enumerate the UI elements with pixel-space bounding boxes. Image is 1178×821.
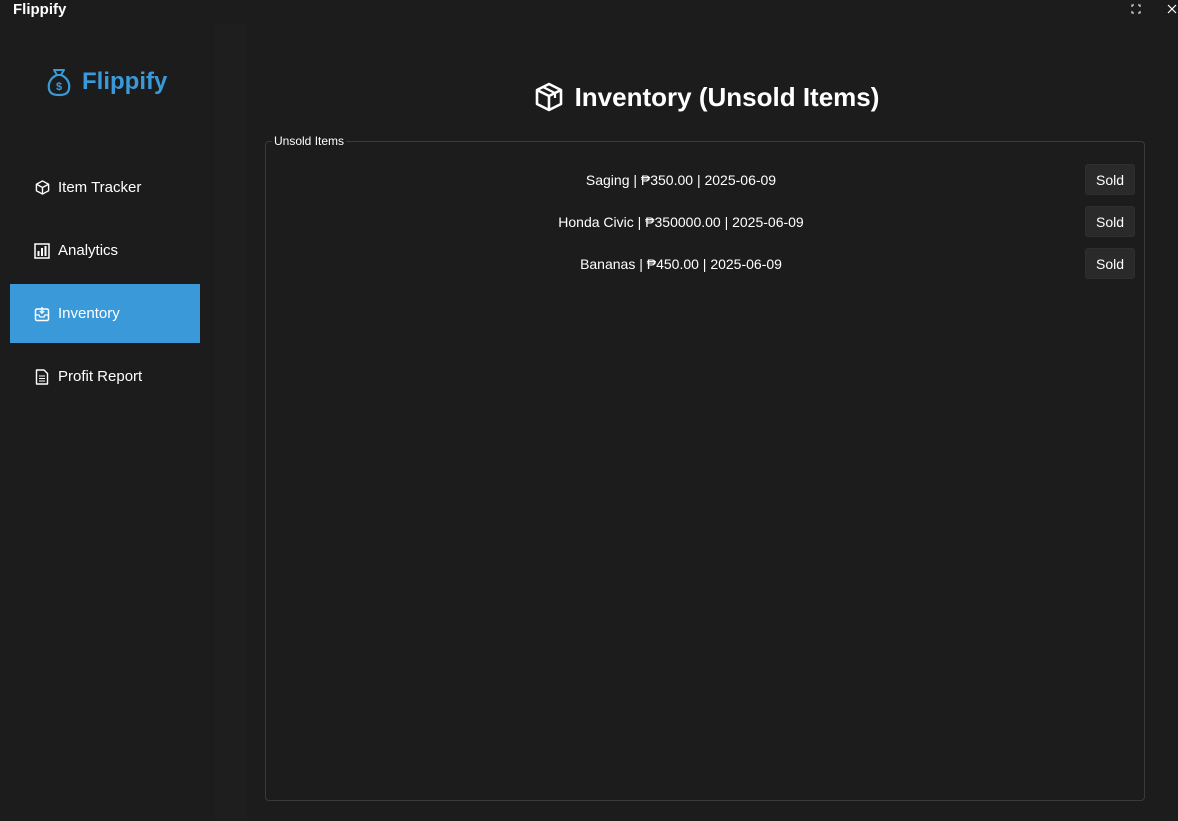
maximize-icon[interactable] [1129, 2, 1143, 16]
sidebar-item-label: Inventory [58, 305, 120, 322]
box-icon [535, 82, 563, 112]
item-details: Bananas | ₱450.00 | 2025-06-09 [580, 256, 782, 272]
sidebar-item-analytics[interactable]: Analytics [10, 221, 200, 280]
svg-text:$: $ [56, 81, 62, 93]
sidebar-item-label: Analytics [58, 242, 119, 259]
brand: $ Flippify [46, 66, 167, 98]
close-icon[interactable] [1165, 2, 1178, 16]
window-title: Flippify [13, 1, 67, 18]
list-item: Honda Civic | ₱350000.00 | 2025-06-09 So… [266, 206, 1146, 238]
sidebar-item-profit-report[interactable]: Profit Report [10, 347, 200, 406]
page-title-text: Inventory (Unsold Items) [574, 82, 880, 112]
sidebar-item-item-tracker[interactable]: Item Tracker [10, 158, 200, 217]
title-bar: Flippify [0, 0, 1178, 24]
sold-button[interactable]: Sold [1085, 206, 1135, 237]
page-title: Inventory (Unsold Items) [247, 80, 1167, 114]
group-legend: Unsold Items [272, 134, 347, 148]
item-details: Honda Civic | ₱350000.00 | 2025-06-09 [558, 214, 804, 230]
box-icon [34, 180, 50, 196]
sold-button[interactable]: Sold [1085, 248, 1135, 279]
sold-button[interactable]: Sold [1085, 164, 1135, 195]
main-panel: Inventory (Unsold Items) Unsold Items Sa… [247, 46, 1167, 821]
brand-name: Flippify [82, 68, 168, 95]
list-item: Bananas | ₱450.00 | 2025-06-09 Sold [266, 248, 1146, 280]
unsold-items-group: Unsold Items Saging | ₱350.00 | 2025-06-… [265, 134, 1146, 801]
list-item: Saging | ₱350.00 | 2025-06-09 Sold [266, 164, 1146, 196]
sidebar-item-label: Item Tracker [58, 179, 142, 196]
item-details: Saging | ₱350.00 | 2025-06-09 [585, 172, 777, 188]
inbox-icon [34, 306, 50, 322]
sidebar-divider [215, 24, 247, 821]
document-icon [34, 368, 50, 385]
money-bag-icon: $ [46, 67, 72, 97]
sidebar: $ Flippify Item Tracker Analytics Invent… [0, 24, 215, 821]
sidebar-item-label: Profit Report [58, 368, 143, 385]
sidebar-item-inventory[interactable]: Inventory [10, 284, 200, 343]
bar-chart-icon [34, 242, 50, 259]
